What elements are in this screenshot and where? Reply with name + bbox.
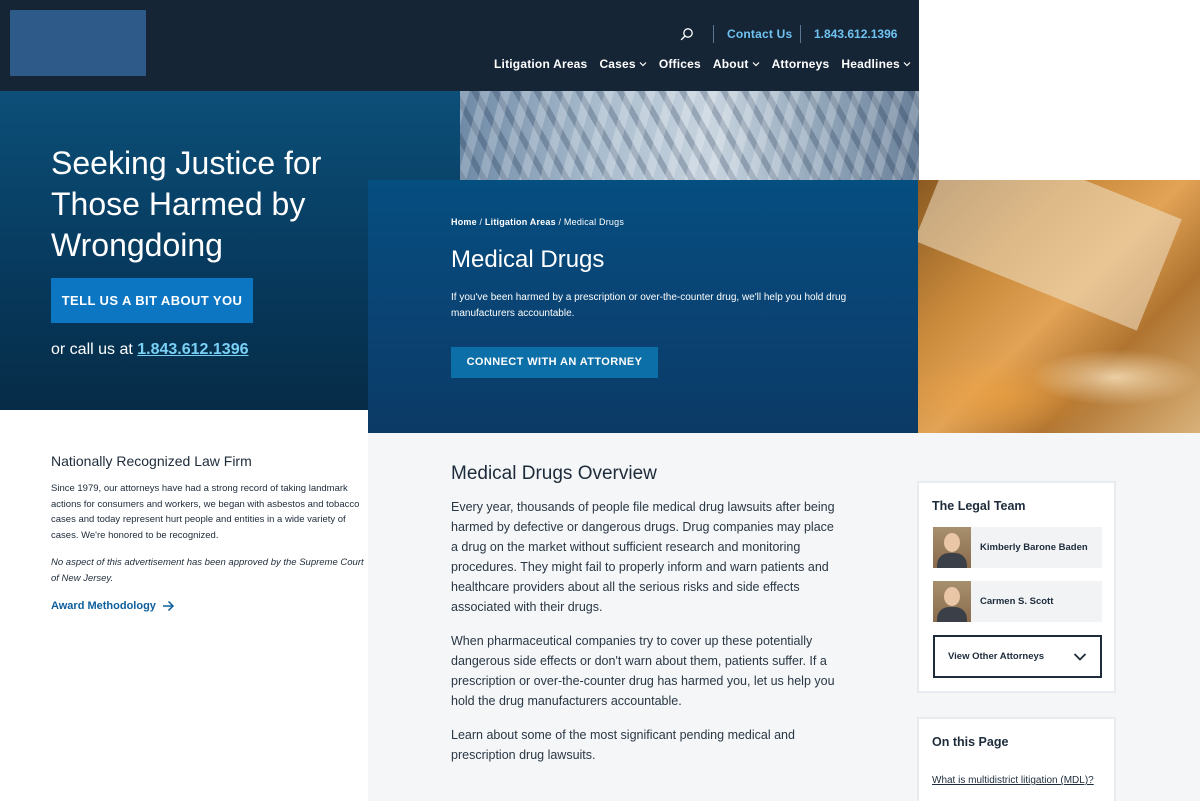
pill-bottle-image <box>918 180 1200 433</box>
hero-phone-link[interactable]: 1.843.612.1396 <box>137 341 248 358</box>
nav-item-about[interactable]: About <box>713 57 760 71</box>
header-divider <box>800 25 801 43</box>
contact-us-link[interactable]: Contact Us <box>727 27 792 41</box>
breadcrumb-current: Medical Drugs <box>563 217 625 227</box>
breadcrumb: Home / Litigation Areas / Medical Drugs <box>451 217 624 227</box>
view-others-label: View Other Attorneys <box>948 651 1045 662</box>
avatar-face <box>944 587 960 606</box>
page-intro: If you've been harmed by a prescription … <box>451 292 847 319</box>
avatar <box>933 581 971 622</box>
site-logo[interactable] <box>10 10 146 76</box>
nav-item-label: Attorneys <box>771 57 830 71</box>
arrow-right-icon <box>162 600 174 612</box>
nav-item-headlines[interactable]: Headlines <box>841 57 911 71</box>
attorney-name: Kimberly Barone Baden <box>980 542 1088 553</box>
overview-paragraph: When pharmaceutical companies try to cov… <box>451 634 835 708</box>
avatar-body <box>937 607 967 622</box>
overview-title: Medical Drugs Overview <box>451 463 657 484</box>
connect-attorney-button[interactable]: CONNECT WITH AN ATTORNEY <box>451 347 658 378</box>
header-divider <box>713 25 714 43</box>
award-link-label: Award Methodology <box>51 600 156 612</box>
nav-item-label: Cases <box>599 57 636 71</box>
page-title: Medical Drugs <box>451 246 605 273</box>
on-this-page-card: On this Page What is multidistrict litig… <box>917 717 1116 801</box>
main-nav: Litigation Areas Cases Offices About Att… <box>494 57 911 71</box>
nav-item-offices[interactable]: Offices <box>659 57 701 71</box>
courthouse-image <box>460 91 919 180</box>
nav-item-cases[interactable]: Cases <box>599 57 647 71</box>
attorney-item[interactable]: Carmen S. Scott <box>933 581 1102 622</box>
breadcrumb-litigation-areas[interactable]: Litigation Areas <box>485 217 556 227</box>
chevron-down-icon <box>752 62 759 67</box>
avatar-body <box>937 553 967 568</box>
nav-item-label: Offices <box>658 57 701 71</box>
legal-team-card: The Legal Team Kimberly Barone Baden Car… <box>917 481 1116 693</box>
tell-us-button[interactable]: TELL US A BIT ABOUT YOU <box>51 278 253 323</box>
firm-heading: Nationally Recognized Law Firm <box>51 453 252 469</box>
header-phone-link[interactable]: 1.843.612.1396 <box>814 27 897 41</box>
blank-area <box>919 0 1200 180</box>
overview-paragraph: Every year, thousands of people file med… <box>451 500 835 614</box>
call-us-line: or call us at 1.843.612.1396 <box>51 341 248 359</box>
nav-item-label: About <box>712 57 749 71</box>
breadcrumb-home[interactable]: Home <box>451 217 477 227</box>
search-icon[interactable] <box>680 27 694 41</box>
nav-item-label: Litigation Areas <box>494 57 588 71</box>
nav-item-label: Headlines <box>841 57 900 71</box>
hero-title: Seeking Justice for Those Harmed by Wron… <box>51 145 322 263</box>
attorney-item[interactable]: Kimberly Barone Baden <box>933 527 1102 568</box>
toc-link-mdl[interactable]: What is multidistrict litigation (MDL)? <box>932 773 1102 788</box>
firm-recognition: Nationally Recognized Law Firm Since 197… <box>0 410 368 801</box>
chevron-down-icon <box>1073 652 1087 661</box>
view-other-attorneys-button[interactable]: View Other Attorneys <box>933 635 1102 678</box>
legal-team-title: The Legal Team <box>932 499 1026 513</box>
overview-paragraph: Learn about some of the most significant… <box>451 728 795 762</box>
award-methodology-link[interactable]: Award Methodology <box>51 600 175 612</box>
call-us-prefix: or call us at <box>51 341 133 358</box>
avatar-face <box>944 533 960 552</box>
site-header: Contact Us 1.843.612.1396 Litigation Are… <box>0 0 919 91</box>
nav-item-attorneys[interactable]: Attorneys <box>772 57 830 71</box>
chevron-down-icon <box>903 62 911 67</box>
nav-item-litigation-areas[interactable]: Litigation Areas <box>494 57 587 71</box>
firm-description: Since 1979, our attorneys have had a str… <box>51 483 360 541</box>
image-detail <box>918 180 1182 331</box>
firm-disclaimer: No aspect of this advertisement has been… <box>51 557 364 584</box>
on-this-page-title: On this Page <box>932 735 1009 749</box>
page-hero: Home / Litigation Areas / Medical Drugs … <box>368 180 918 433</box>
chevron-down-icon <box>639 62 647 67</box>
avatar <box>933 527 971 568</box>
attorney-name: Carmen S. Scott <box>980 596 1054 607</box>
